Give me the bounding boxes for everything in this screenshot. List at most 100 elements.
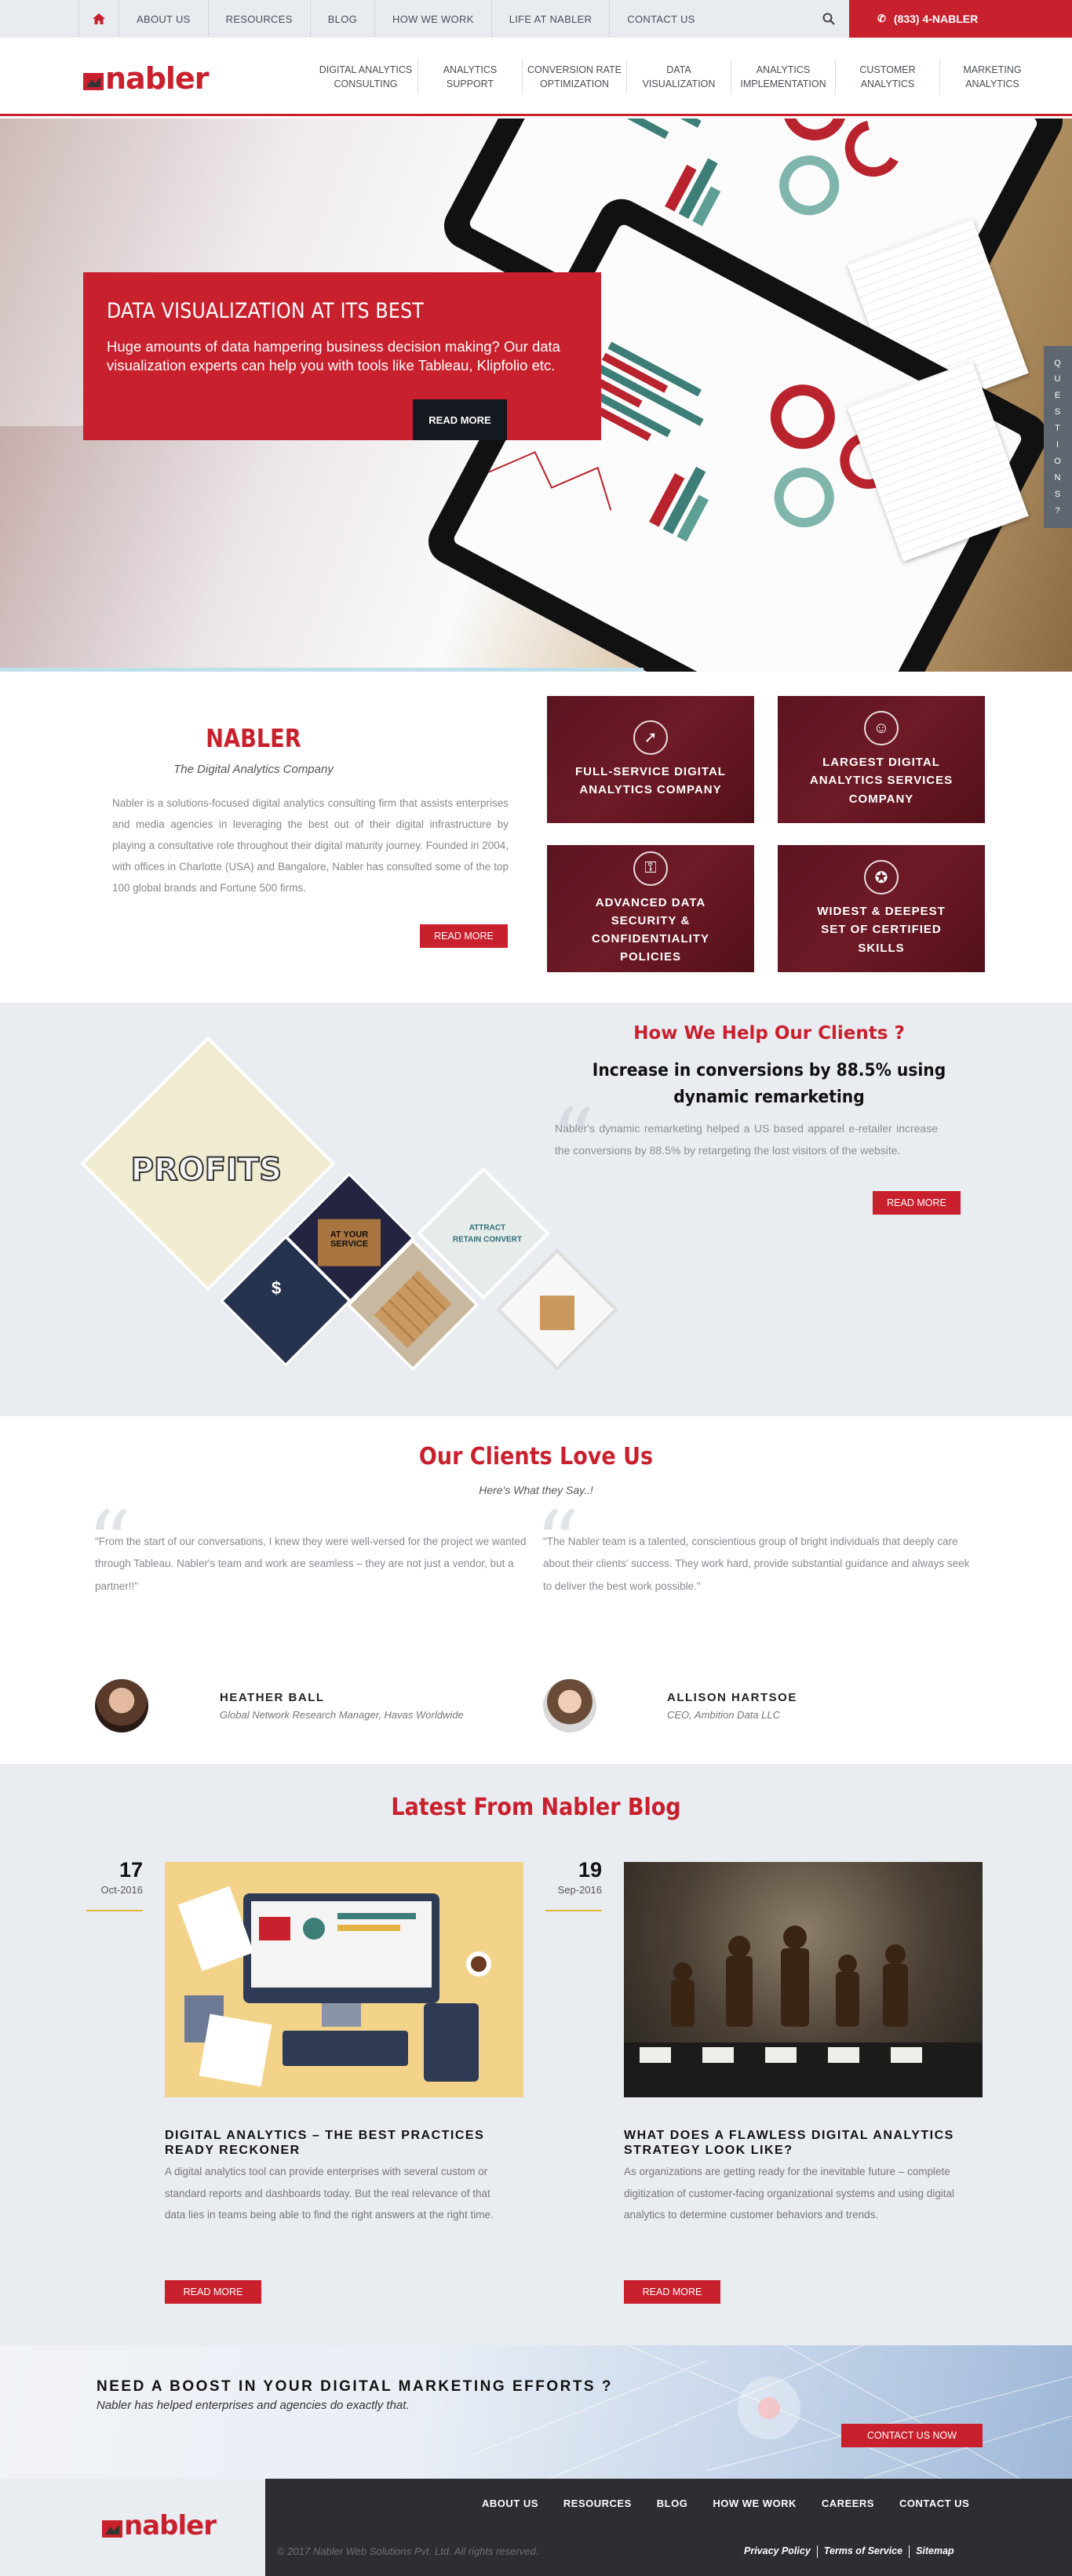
footer-link-blog[interactable]: BLOG — [657, 2498, 688, 2509]
nav-analytics-implementation[interactable]: ANALYTICS IMPLEMENTATION — [731, 60, 836, 94]
post-image[interactable] — [624, 1862, 983, 2097]
logo-text: nabler — [124, 2510, 217, 2541]
service-label: AT YOUR SERVICE — [318, 1219, 381, 1266]
post-excerpt: As organizations are getting ready for t… — [624, 2166, 954, 2221]
logo-mark-icon — [102, 2520, 122, 2538]
footer-link-about-us[interactable]: ABOUT US — [482, 2498, 538, 2509]
questions-tab-letter: O — [1054, 456, 1062, 466]
questions-tab-letter: U — [1054, 374, 1062, 384]
phone-link[interactable]: ✆ (833) 4-NABLER — [849, 0, 1072, 38]
questions-tab[interactable]: Q U E S T I O N S ? — [1044, 346, 1072, 528]
phone-icon: ✆ — [877, 13, 886, 24]
nav-conversion-rate-optimization[interactable]: CONVERSION RATE OPTIMIZATION — [523, 60, 627, 94]
footer-link-contact-us[interactable]: CONTACT US — [899, 2498, 969, 2509]
convert-label: CONVERT — [483, 1235, 523, 1244]
logo-text: nabler — [105, 61, 209, 96]
about-description: Nabler is a solutions-focused digital an… — [112, 797, 509, 894]
testimonial-name: HEATHER BALL — [220, 1691, 325, 1704]
contact-us-now-button[interactable]: CONTACT US NOW — [841, 2424, 983, 2447]
post-month: Oct-2016 — [100, 1884, 143, 1896]
questions-tab-letter: S — [1054, 407, 1062, 417]
questions-tab-letter: E — [1054, 391, 1062, 401]
hero-read-more-button[interactable]: READ MORE — [413, 399, 507, 440]
certificate-icon: ✪ — [864, 860, 899, 895]
privacy-policy-link[interactable]: Privacy Policy — [744, 2545, 811, 2558]
dollar-icon: $ — [271, 1277, 282, 1298]
utility-link-how-we-work[interactable]: HOW WE WORK — [375, 0, 492, 38]
questions-tab-letter: N — [1054, 472, 1062, 483]
footer-link-how-we-work[interactable]: HOW WE WORK — [713, 2498, 797, 2509]
profits-label: PROFITS — [130, 1151, 283, 1189]
cta-banner: NEED A BOOST IN YOUR DIGITAL MARKETING E… — [0, 2345, 1072, 2479]
network-background-image — [471, 2345, 1072, 2479]
nav-marketing-analytics[interactable]: MARKETING ANALYTICS — [940, 60, 1045, 94]
post-day: 19 — [578, 1858, 602, 1882]
about-read-more-button[interactable]: READ MORE — [420, 924, 508, 948]
tile-label: FULL-SERVICE DIGITAL ANALYTICS COMPANY — [575, 764, 726, 796]
home-icon[interactable] — [78, 0, 119, 38]
post-title[interactable]: WHAT DOES A FLAWLESS DIGITAL ANALYTICS S… — [624, 2128, 961, 2158]
post-title[interactable]: DIGITAL ANALYTICS – THE BEST PRACTICES R… — [165, 2128, 502, 2158]
help-subheading: Increase in conversions by 88.5% using d… — [592, 1061, 946, 1108]
questions-tab-letter: T — [1055, 424, 1061, 434]
blocks-icon — [374, 1270, 452, 1349]
nav-analytics-support[interactable]: ANALYTICS SUPPORT — [418, 60, 523, 94]
testimonials-title: Our Clients Love Us — [418, 1443, 654, 1470]
tile-largest-company[interactable]: ☺ LARGEST DIGITAL ANALYTICS SERVICES COM… — [778, 696, 985, 823]
cta-text: Nabler has helped enterprises and agenci… — [97, 2399, 410, 2412]
testimonial-text: "From the start of our conversations, I … — [95, 1536, 527, 1592]
about-section: NABLER The Digital Analytics Company Nab… — [0, 672, 1072, 1003]
footer: nabler ABOUT US RESOURCES BLOG HOW WE WO… — [0, 2479, 1072, 2576]
post-read-more-button[interactable]: READ MORE — [624, 2280, 720, 2304]
team-icon: ☺ — [864, 711, 899, 746]
questions-tab-letter: I — [1056, 440, 1060, 450]
help-read-more-button[interactable]: READ MORE — [873, 1191, 961, 1215]
hero-title: DATA VISUALIZATION AT ITS BEST — [107, 299, 425, 323]
search-icon[interactable] — [808, 0, 849, 38]
footer-link-careers[interactable]: CAREERS — [822, 2498, 874, 2509]
footer-link-resources[interactable]: RESOURCES — [563, 2498, 632, 2509]
about-subtitle: The Digital Analytics Company — [173, 763, 334, 776]
utility-link-life-at-nabler[interactable]: LIFE AT NABLER — [492, 0, 611, 38]
sitemap-link[interactable]: Sitemap — [916, 2545, 954, 2558]
tile-full-service[interactable]: ➚ FULL-SERVICE DIGITAL ANALYTICS COMPANY — [547, 696, 754, 823]
logo[interactable]: nabler — [83, 61, 209, 96]
post-image[interactable] — [165, 1862, 523, 2097]
questions-tab-letter: S — [1054, 489, 1062, 499]
main-nav: DIGITAL ANALYTICS CONSULTING ANALYTICS S… — [314, 60, 1045, 94]
utility-link-resources[interactable]: RESOURCES — [209, 0, 311, 38]
avatar — [543, 1679, 596, 1733]
how-we-help-section: PROFITS AT YOUR SERVICE $ ATTRACT RETAIN… — [0, 1003, 1072, 1416]
testimonial-1: “ "From the start of our conversations, … — [87, 1499, 531, 1598]
nav-customer-analytics[interactable]: CUSTOMER ANALYTICS — [836, 60, 940, 94]
questions-tab-letter: Q — [1054, 358, 1062, 368]
utility-bar: ABOUT US RESOURCES BLOG HOW WE WORK LIFE… — [0, 0, 1072, 38]
post-month: Sep-2016 — [557, 1884, 602, 1896]
tile-label: LARGEST DIGITAL ANALYTICS SERVICES COMPA… — [809, 756, 953, 806]
main-header: nabler DIGITAL ANALYTICS CONSULTING ANAL… — [0, 38, 1072, 116]
hero-card: DATA VISUALIZATION AT ITS BEST Huge amou… — [83, 272, 601, 440]
testimonial-2: “ "The Nabler team is a talented, consci… — [535, 1499, 979, 1598]
box-icon — [540, 1295, 574, 1331]
footer-nav: ABOUT US RESOURCES BLOG HOW WE WORK CARE… — [482, 2498, 994, 2509]
security-icon: ⚿ — [633, 851, 668, 886]
blog-section: Latest From Nabler Blog 17 Oct-2016 DIGI… — [0, 1764, 1072, 2345]
utility-link-blog[interactable]: BLOG — [311, 0, 376, 38]
attract-label: ATTRACT — [469, 1223, 506, 1233]
nav-data-visualization[interactable]: DATA VISUALIZATION — [627, 60, 731, 94]
footer-logo[interactable]: nabler — [102, 2510, 217, 2541]
tile-data-security[interactable]: ⚿ ADVANCED DATA SECURITY & CONFIDENTIALI… — [547, 845, 754, 972]
nav-digital-analytics-consulting[interactable]: DIGITAL ANALYTICS CONSULTING — [314, 60, 418, 94]
testimonial-role: CEO, Ambition Data LLC — [667, 1709, 781, 1721]
terms-of-service-link[interactable]: Terms of Service — [824, 2545, 902, 2558]
blog-title: Latest From Nabler Blog — [391, 1794, 681, 1821]
questions-tab-letter: ? — [1055, 505, 1061, 516]
utility-link-about-us[interactable]: ABOUT US — [119, 0, 209, 38]
about-title: NABLER — [206, 723, 301, 753]
tile-certified-skills[interactable]: ✪ WIDEST & DEEPEST SET OF CERTIFIED SKIL… — [778, 845, 985, 972]
utility-link-contact-us[interactable]: CONTACT US — [610, 0, 712, 38]
post-date: 17 Oct-2016 — [86, 1858, 143, 1911]
post-read-more-button[interactable]: READ MORE — [165, 2280, 261, 2304]
utility-nav: ABOUT US RESOURCES BLOG HOW WE WORK LIFE… — [119, 0, 713, 38]
tile-label: ADVANCED DATA SECURITY & CONFIDENTIALITY… — [592, 895, 709, 964]
